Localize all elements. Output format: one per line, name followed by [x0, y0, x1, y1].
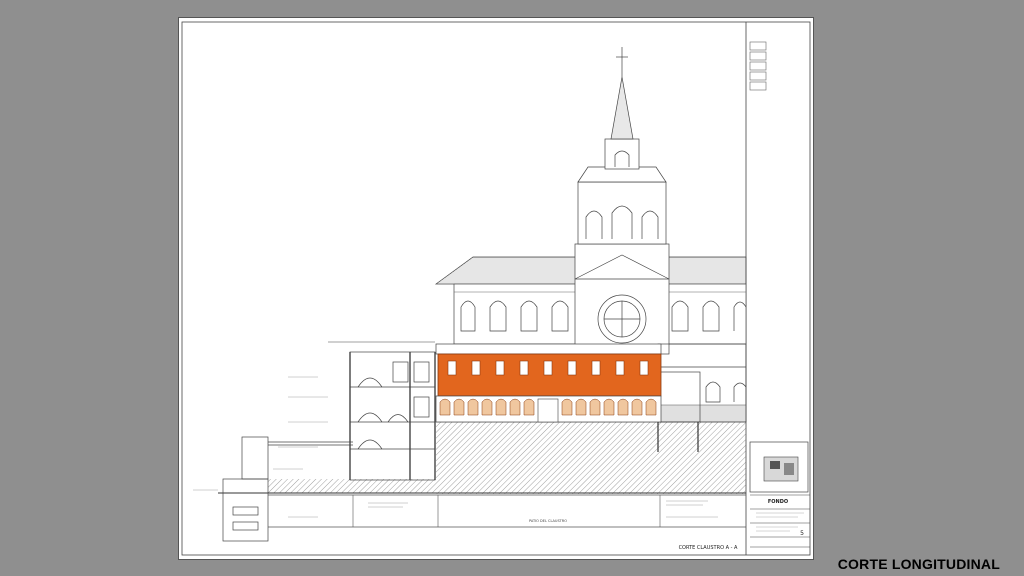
- section-title: CORTE CLAUSTRO A - A: [679, 545, 738, 551]
- cloister-label: PATIO DEL CLAUSTRO: [529, 519, 567, 523]
- title-block-heading: FONDO: [768, 499, 788, 505]
- sheet-number: 5: [800, 530, 804, 537]
- cloister-windows: [447, 360, 649, 376]
- section-drawing: FONDO 5 PATIO DEL CLAUSTRO CORTE CLAUSTR…: [178, 17, 814, 560]
- slide-caption: CORTE LONGITUDINAL: [837, 556, 1000, 572]
- annotations: [193, 376, 328, 491]
- church-tower: [574, 47, 670, 355]
- drawing-sheet: FONDO 5 PATIO DEL CLAUSTRO CORTE CLAUSTR…: [178, 17, 814, 560]
- residence-section: [328, 341, 436, 481]
- label-band: PATIO DEL CLAUSTRO CORTE CLAUSTRO A - A: [268, 494, 746, 551]
